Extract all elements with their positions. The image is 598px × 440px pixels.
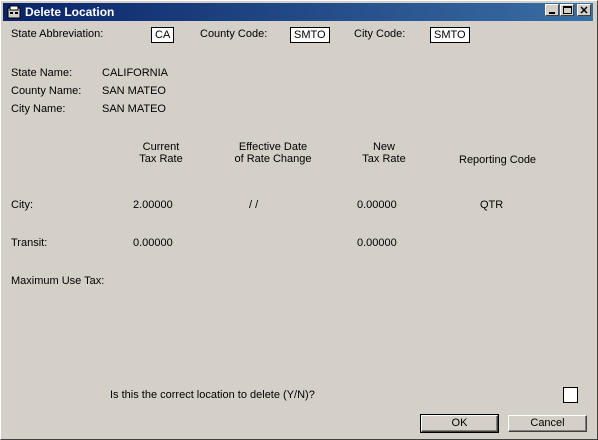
ok-button[interactable]: OK bbox=[420, 414, 499, 433]
county-name-value: SAN MATEO bbox=[102, 85, 166, 97]
transit-row-label: Transit: bbox=[11, 237, 48, 249]
city-name-value: SAN MATEO bbox=[102, 103, 166, 115]
county-code-field[interactable]: SMTO bbox=[290, 27, 330, 43]
city-current-rate: 2.00000 bbox=[133, 199, 173, 211]
city-name-label: City Name: bbox=[11, 103, 66, 115]
city-code-label: City Code: bbox=[354, 28, 406, 40]
minimize-button[interactable] bbox=[545, 4, 559, 16]
state-name-value: CALIFORNIA bbox=[102, 67, 169, 79]
current-tax-rate-header: Current Tax Rate bbox=[121, 141, 201, 165]
current-header-line1: Current bbox=[142, 141, 180, 153]
new-tax-rate-header: New Tax Rate bbox=[344, 141, 424, 165]
minimize-icon bbox=[549, 12, 555, 14]
city-row-label: City: bbox=[11, 199, 33, 211]
effective-header-line1: Effective Date bbox=[238, 141, 308, 153]
current-header-line2: Tax Rate bbox=[139, 153, 183, 165]
reporting-code-header: Reporting Code bbox=[459, 154, 537, 166]
city-effective-date: / / bbox=[249, 199, 259, 211]
maximum-use-tax-label: Maximum Use Tax: bbox=[11, 275, 105, 287]
city-code-field[interactable]: SMTO bbox=[430, 27, 470, 43]
transit-current-rate: 0.00000 bbox=[133, 237, 173, 249]
effective-date-header: Effective Date of Rate Change bbox=[223, 141, 323, 165]
delete-location-window: Delete Location State Abbreviation: CA C… bbox=[0, 0, 598, 440]
close-button[interactable] bbox=[577, 4, 591, 16]
confirm-input[interactable] bbox=[563, 387, 578, 403]
title-bar[interactable]: Delete Location bbox=[3, 3, 593, 21]
window-title: Delete Location bbox=[25, 5, 115, 19]
new-header-line2: Tax Rate bbox=[362, 153, 406, 165]
county-name-label: County Name: bbox=[11, 85, 82, 97]
close-icon bbox=[580, 6, 588, 14]
new-header-line1: New bbox=[372, 141, 395, 153]
state-name-label: State Name: bbox=[11, 67, 73, 79]
state-abbreviation-label: State Abbreviation: bbox=[11, 28, 104, 40]
cancel-button[interactable]: Cancel bbox=[508, 415, 587, 432]
transit-new-rate: 0.00000 bbox=[357, 237, 397, 249]
city-reporting-code: QTR bbox=[480, 199, 504, 211]
state-abbreviation-field[interactable]: CA bbox=[151, 27, 174, 43]
effective-header-line2: of Rate Change bbox=[234, 153, 312, 165]
county-code-label: County Code: bbox=[200, 28, 268, 40]
city-new-rate: 0.00000 bbox=[357, 199, 397, 211]
app-icon bbox=[7, 5, 21, 19]
maximize-button[interactable] bbox=[560, 4, 574, 16]
maximize-icon bbox=[563, 6, 572, 14]
confirm-question: Is this the correct location to delete (… bbox=[110, 389, 315, 401]
